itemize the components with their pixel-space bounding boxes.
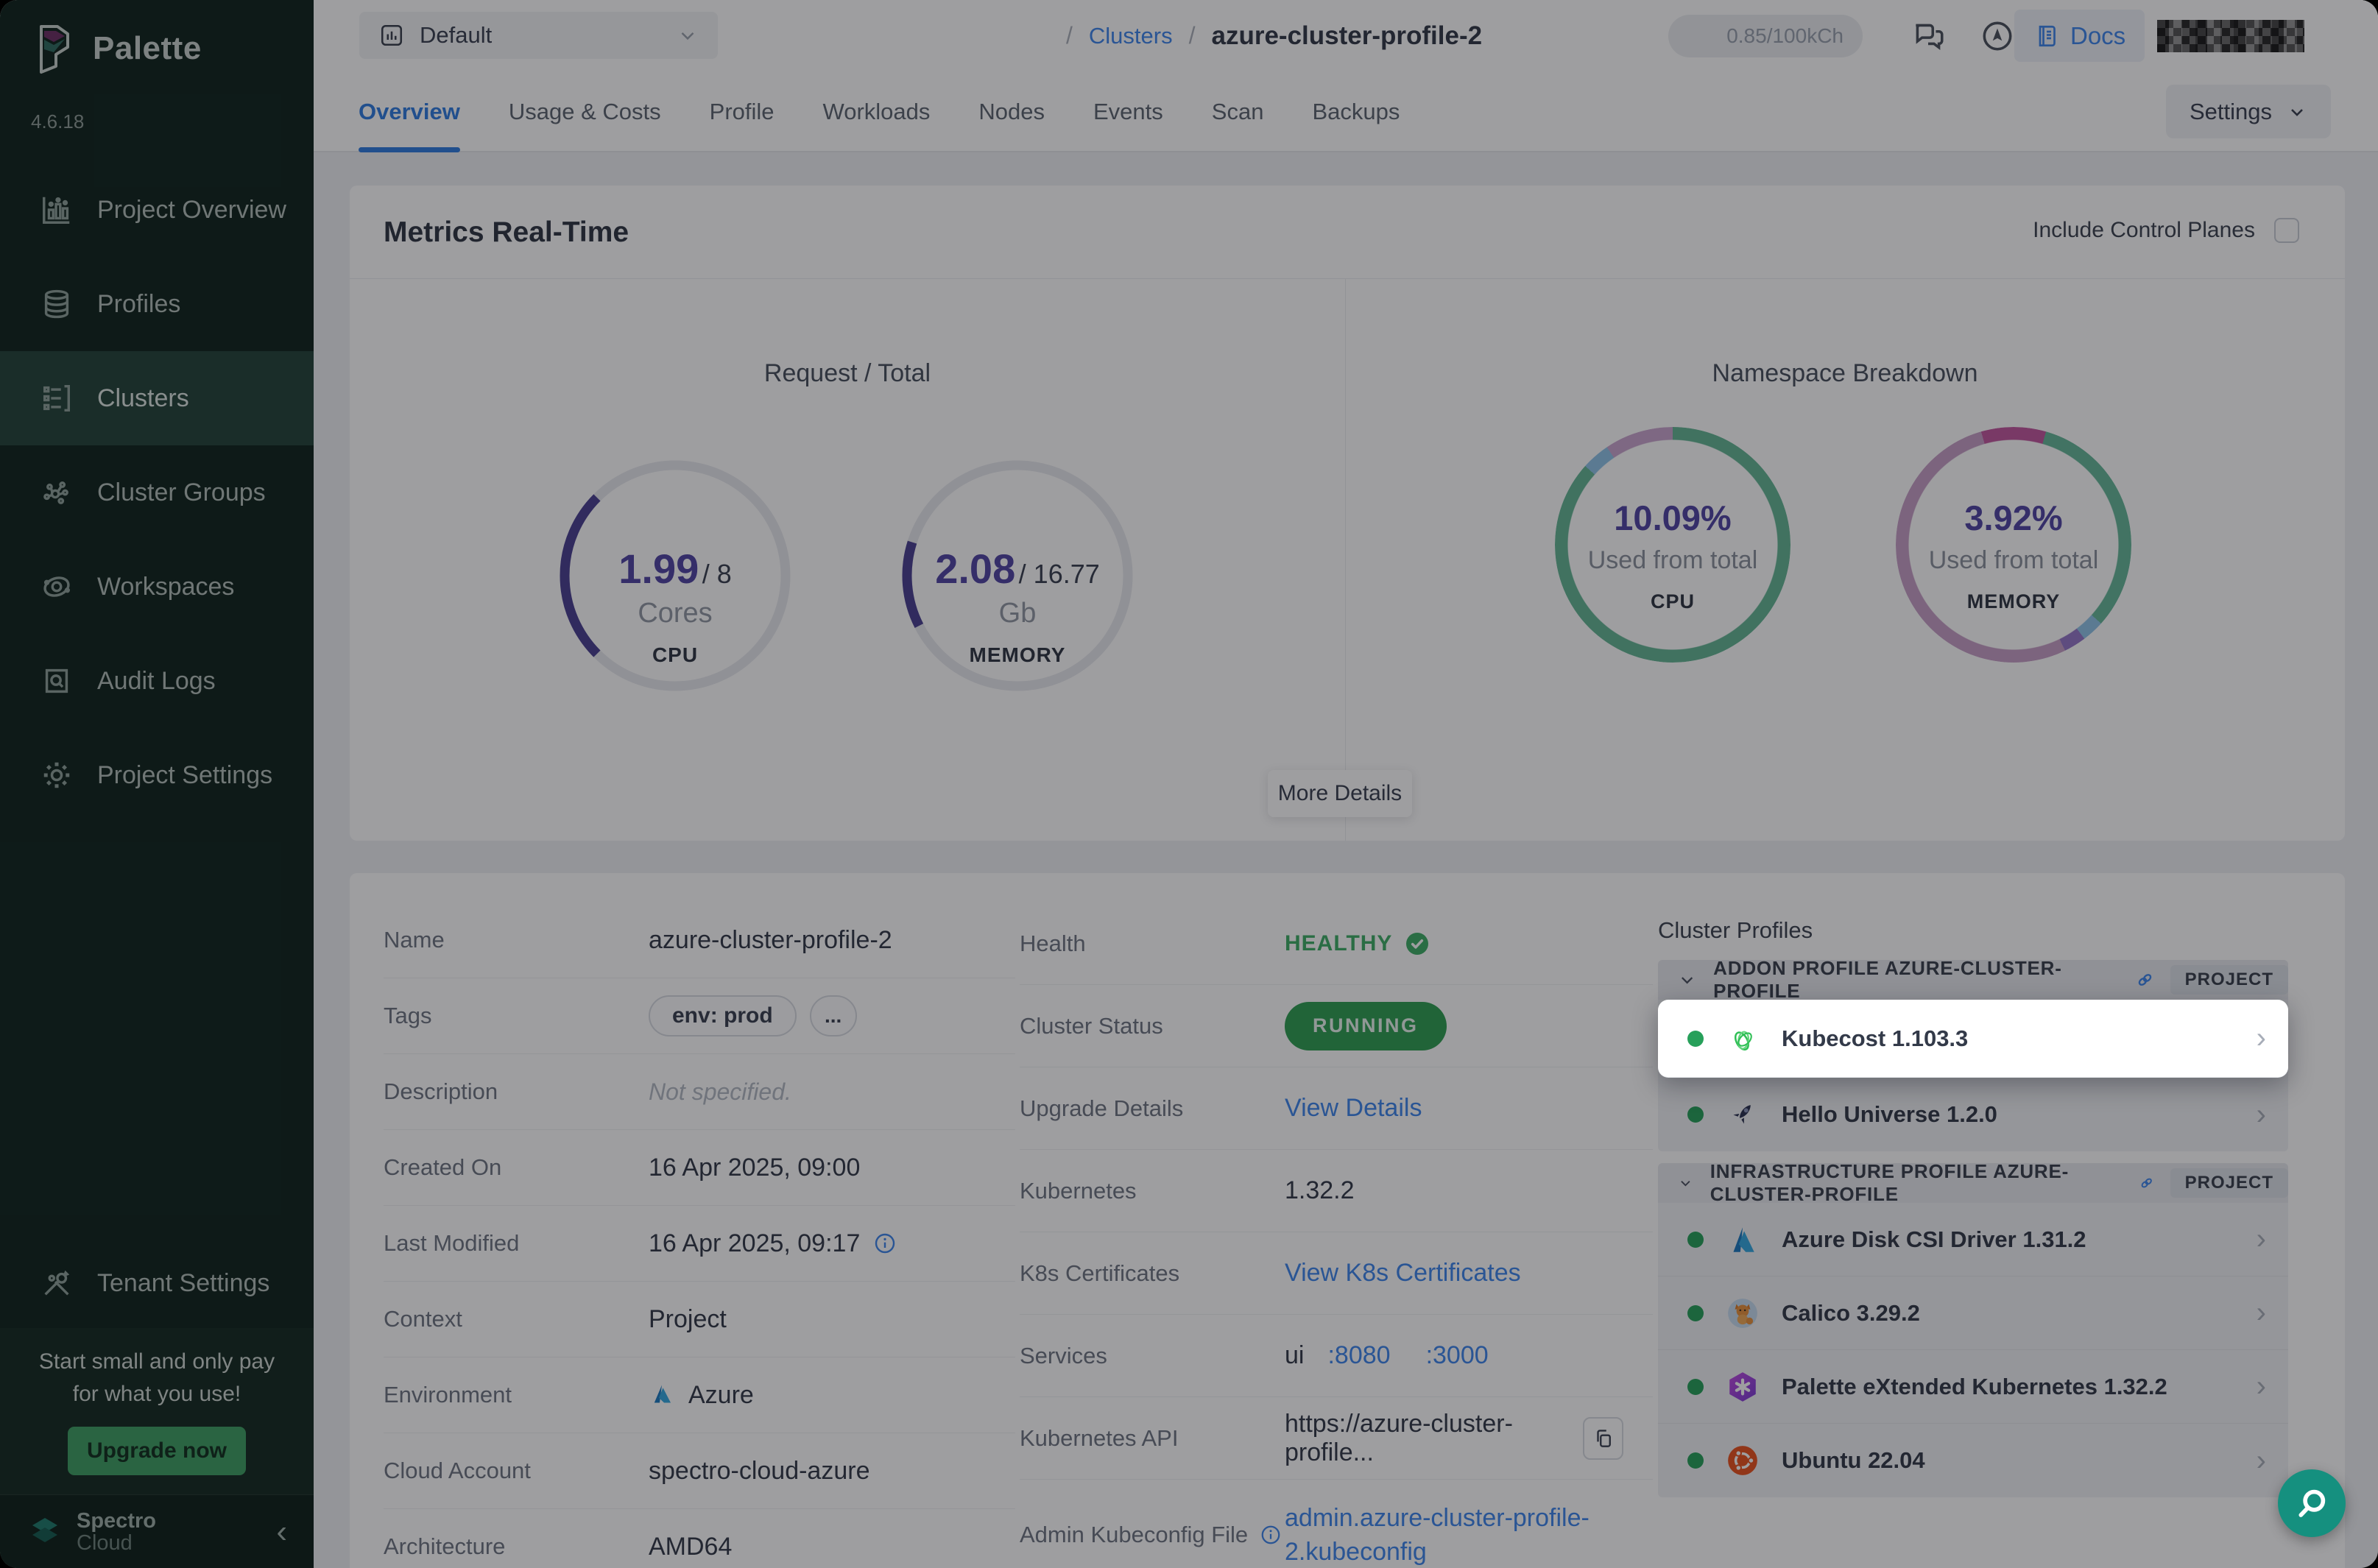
profile-row-kubecost[interactable]: Kubecost 1.103.3 › <box>1658 1000 2288 1078</box>
search-icon <box>2293 1484 2331 1522</box>
status-dot <box>1687 1031 1704 1047</box>
tour-dim-overlay <box>0 0 2378 1568</box>
app-screen: Palette 4.6.18 Project Overview Profiles <box>0 0 2378 1568</box>
kubecost-icon <box>1726 1022 1760 1056</box>
profile-name: Kubecost 1.103.3 <box>1782 1025 1968 1052</box>
search-beacon-button[interactable] <box>2278 1469 2346 1537</box>
chevron-right-icon: › <box>2257 1022 2266 1055</box>
